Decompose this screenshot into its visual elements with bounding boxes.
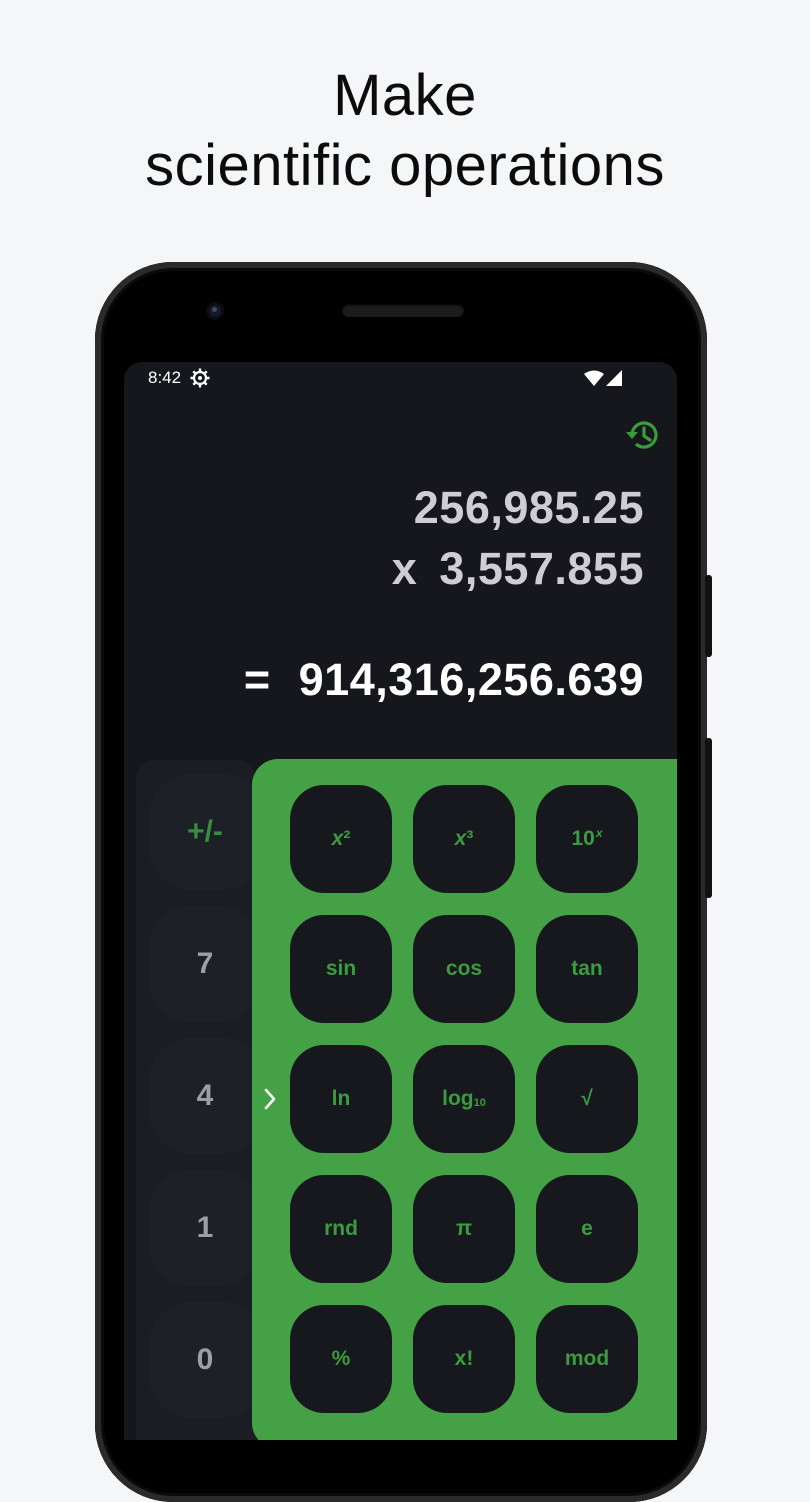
digit-7-button[interactable]: 7: [150, 906, 260, 1022]
result-line: = 914,316,256.639: [244, 654, 644, 706]
numpad-column: +/- 7 4 1 0: [136, 760, 260, 1440]
digit-1-button[interactable]: 1: [150, 1170, 260, 1286]
cos-button[interactable]: cos: [413, 915, 515, 1023]
ln-button[interactable]: ln: [290, 1045, 392, 1153]
cube-button[interactable]: x³: [413, 785, 515, 893]
headline-line-1: Make: [333, 63, 477, 128]
factorial-button[interactable]: x!: [413, 1305, 515, 1413]
chevron-right-icon[interactable]: [262, 1087, 278, 1111]
phone-volume-button: [705, 738, 712, 898]
wifi-icon: [584, 370, 604, 386]
euler-e-button[interactable]: e: [536, 1175, 638, 1283]
sqrt-button[interactable]: √: [536, 1045, 638, 1153]
history-icon[interactable]: [624, 416, 662, 454]
calculator-screen: 8:42 256,985.25 x 3,557.855 = 914,316,256.…: [124, 362, 677, 1440]
pi-button[interactable]: π: [413, 1175, 515, 1283]
front-camera: [206, 302, 224, 320]
cellular-signal-icon: [606, 370, 622, 386]
operand-2-line: x 3,557.855: [392, 543, 644, 595]
headline-line-2: scientific operations: [145, 133, 665, 198]
status-time: 8:42: [148, 368, 182, 387]
operator-symbol: x: [391, 543, 418, 594]
scientific-panel: x² x³ 10 x sin cos tan ln log 10 √ rnd π e…: [252, 759, 677, 1440]
operand-2: 3,557.855: [439, 543, 644, 594]
square-base: x: [331, 827, 344, 850]
log-label: log: [442, 1087, 474, 1110]
digit-4-button[interactable]: 4: [150, 1038, 260, 1154]
log10-button[interactable]: log 10: [413, 1045, 515, 1153]
sin-button[interactable]: sin: [290, 915, 392, 1023]
random-button[interactable]: rnd: [290, 1175, 392, 1283]
cube-base: x: [454, 827, 467, 850]
cube-exponent: ³: [466, 827, 474, 850]
plus-minus-button[interactable]: +/-: [150, 774, 260, 890]
result-value: 914,316,256.639: [298, 654, 644, 705]
square-exponent: ²: [343, 827, 351, 850]
earpiece-speaker: [342, 304, 464, 317]
power-of-ten-button[interactable]: 10 x: [536, 785, 638, 893]
operand-1: 256,985.25: [413, 482, 644, 533]
power-of-ten-exponent: x: [595, 826, 603, 840]
tan-button[interactable]: tan: [536, 915, 638, 1023]
log-subscript: 10: [473, 1097, 486, 1109]
settings-gear-icon: [190, 368, 210, 388]
square-button[interactable]: x²: [290, 785, 392, 893]
modulo-button[interactable]: mod: [536, 1305, 638, 1413]
power-of-ten-base: 10: [571, 827, 595, 850]
phone-power-button: [705, 575, 712, 657]
equals-symbol: =: [243, 654, 271, 705]
digit-0-button[interactable]: 0: [150, 1302, 260, 1418]
percent-button[interactable]: %: [290, 1305, 392, 1413]
